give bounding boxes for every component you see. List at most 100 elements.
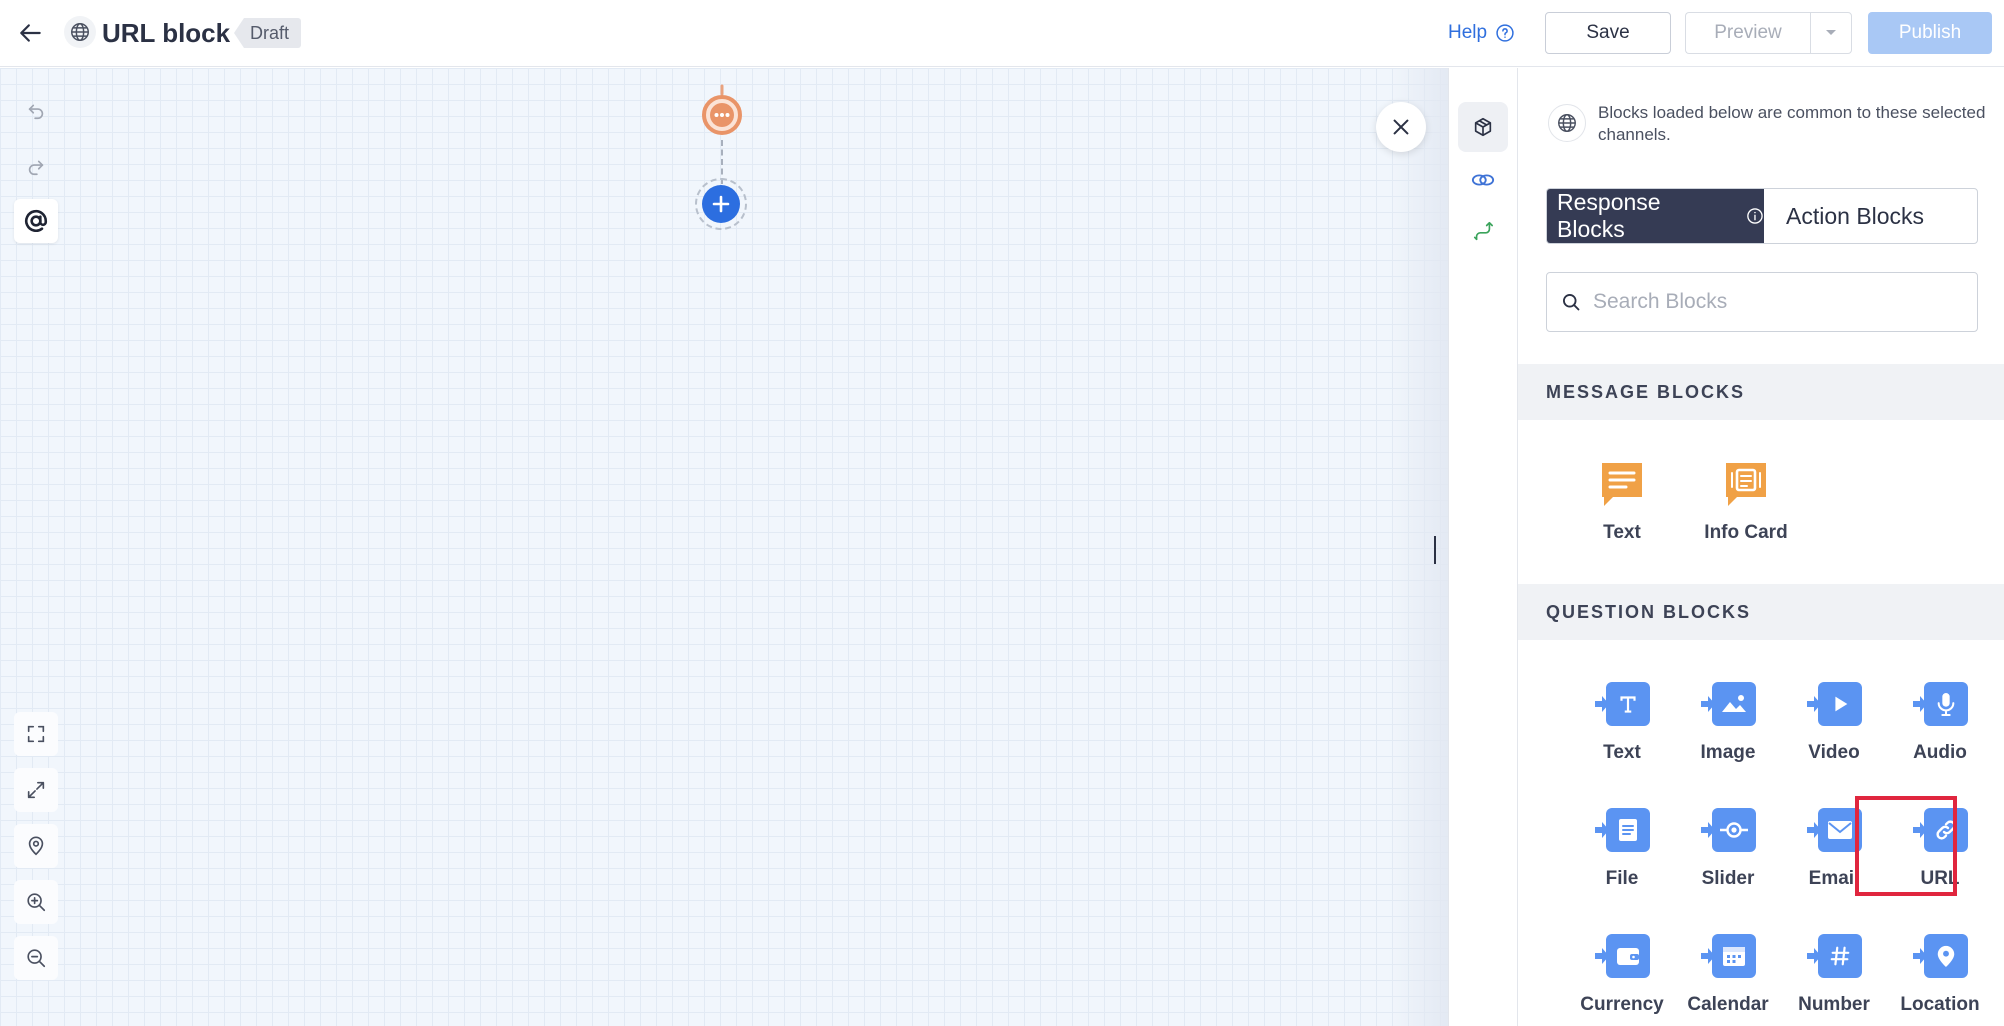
block-label: URL [1920, 868, 1960, 889]
arrow-in-icon [1807, 696, 1821, 712]
back-button[interactable] [12, 14, 50, 52]
text-cursor [1434, 536, 1436, 564]
question-block-location[interactable]: Location [1892, 934, 1988, 1016]
route-icon [1473, 221, 1493, 241]
block-type-tabs: Response Blocks Action Blocks [1546, 188, 1978, 244]
notice-text: Blocks loaded below are common to these … [1598, 103, 1986, 144]
image-icon [1722, 695, 1746, 712]
block-label: Text [1603, 522, 1641, 543]
undo-button[interactable] [14, 88, 58, 132]
status-badge: Draft [234, 18, 302, 48]
message-block-info-card[interactable]: Info Card [1698, 460, 1794, 544]
text-message-icon [1602, 463, 1642, 506]
arrow-in-icon [1807, 948, 1821, 964]
wallet-icon [1617, 948, 1639, 965]
arrow-in-icon [1913, 696, 1927, 712]
question-circle-icon [1496, 24, 1514, 42]
question-block-video[interactable]: Video [1786, 682, 1882, 764]
location-pin-icon [28, 836, 44, 856]
mention-icon [24, 209, 48, 232]
question-block-currency[interactable]: Currency [1574, 934, 1670, 1016]
zoom-out-button[interactable] [14, 936, 58, 980]
question-block-audio[interactable]: Audio [1892, 682, 1988, 764]
block-label: File [1605, 868, 1639, 889]
question-block-image[interactable]: Image [1680, 682, 1776, 764]
mention-button[interactable] [14, 199, 58, 243]
slider-icon [1720, 822, 1748, 838]
question-block-url[interactable]: URL [1892, 808, 1988, 890]
rail-blocks-tab[interactable] [1458, 102, 1508, 152]
question-block-text[interactable]: Text [1574, 682, 1670, 764]
redo-button[interactable] [14, 144, 58, 188]
info-card-icon [1726, 463, 1766, 506]
arrow-in-icon [1913, 822, 1927, 838]
question-block-slider[interactable]: Slider [1680, 808, 1776, 890]
flow-canvas[interactable] [0, 68, 1448, 1026]
start-node[interactable] [699, 84, 745, 145]
message-blocks-heading: MESSAGE BLOCKS [1518, 364, 2004, 420]
location-icon [1937, 945, 1955, 967]
rail-integrations-tab[interactable] [1458, 155, 1508, 205]
block-label: Slider [1701, 868, 1755, 889]
publish-button[interactable]: Publish [1868, 12, 1992, 54]
search-icon [1563, 294, 1580, 311]
fit-screen-icon [27, 725, 45, 743]
help-label: Help [1448, 22, 1488, 43]
locate-button[interactable] [14, 824, 58, 868]
arrow-in-icon [1595, 948, 1609, 964]
block-label: Number [1798, 994, 1870, 1015]
block-label: Email [1808, 868, 1860, 889]
question-block-calendar[interactable]: Calendar [1680, 934, 1776, 1016]
cube-icon [1474, 117, 1492, 137]
block-label: Currency [1580, 994, 1664, 1015]
question-block-number[interactable]: Number [1786, 934, 1882, 1016]
arrow-left-icon [20, 24, 41, 42]
block-label: Audio [1913, 742, 1967, 763]
hash-icon [1830, 946, 1850, 966]
save-button[interactable]: Save [1545, 12, 1671, 54]
zoom-in-button[interactable] [14, 880, 58, 924]
undo-icon [28, 104, 44, 120]
canvas-edge-shadow [1388, 68, 1448, 1026]
block-label: Info Card [1704, 522, 1788, 543]
block-label: Text [1603, 742, 1641, 763]
expand-button[interactable] [14, 768, 58, 812]
top-header: URL block Draft Help Save Preview Publis… [0, 0, 2004, 67]
page-title: URL block [102, 18, 231, 48]
plus-icon [712, 195, 730, 213]
linked-rings-icon [1471, 174, 1495, 186]
block-label: Location [1900, 994, 1980, 1015]
close-panel-button[interactable] [1376, 102, 1426, 152]
tab-response-blocks[interactable]: Response Blocks [1547, 189, 1764, 243]
rail-routes-tab[interactable] [1458, 206, 1508, 256]
expand-icon [27, 781, 45, 799]
channels-notice: Blocks loaded below are common to these … [1548, 102, 1988, 146]
fit-screen-button[interactable] [14, 712, 58, 756]
tab-response-label: Response Blocks [1557, 189, 1661, 242]
question-blocks-heading: QUESTION BLOCKS [1518, 584, 2004, 640]
tab-action-blocks[interactable]: Action Blocks [1764, 189, 1977, 243]
preview-button[interactable]: Preview [1685, 12, 1810, 54]
link-icon [1936, 820, 1956, 840]
question-block-file[interactable]: File [1574, 808, 1670, 890]
block-label: Image [1700, 742, 1756, 763]
preview-dropdown-button[interactable] [1810, 12, 1852, 54]
file-icon [1619, 819, 1637, 841]
add-block-button[interactable] [695, 178, 747, 230]
globe-icon [1548, 104, 1586, 142]
caret-down-icon [1826, 30, 1836, 35]
video-icon [1835, 696, 1848, 712]
redo-icon [28, 160, 44, 176]
search-input[interactable] [1593, 290, 1953, 314]
microphone-icon [1937, 693, 1955, 717]
close-icon [1393, 119, 1409, 135]
arrow-in-icon [1595, 822, 1609, 838]
help-link[interactable]: Help [1448, 20, 1515, 46]
arrow-in-icon [1701, 822, 1715, 838]
search-box [1546, 272, 1978, 332]
message-block-text[interactable]: Text [1574, 460, 1670, 544]
arrow-in-icon [1595, 696, 1609, 712]
info-icon[interactable] [1746, 207, 1764, 225]
question-block-email[interactable]: Email [1786, 808, 1882, 890]
zoom-in-icon [27, 893, 46, 912]
